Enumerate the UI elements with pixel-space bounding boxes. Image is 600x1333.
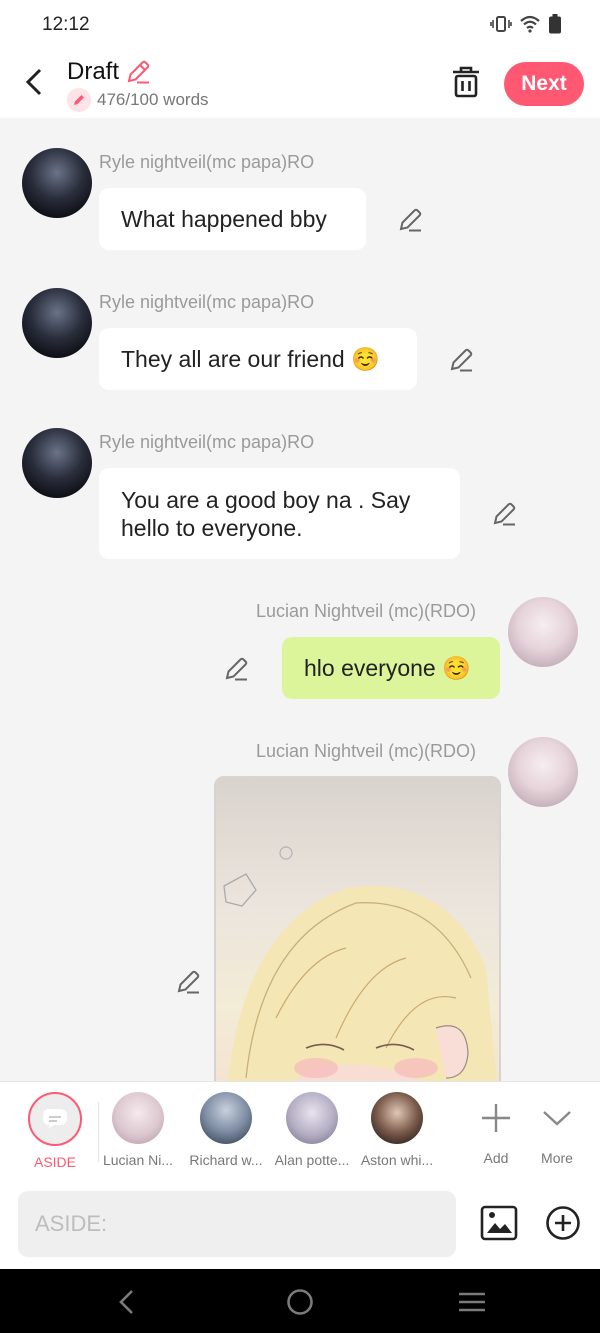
next-button[interactable]: Next (504, 62, 584, 106)
vibrate-icon (490, 16, 512, 32)
sender-name: Ryle nightveil(mc papa)RO (99, 152, 315, 172)
edit-title-icon[interactable] (125, 59, 151, 85)
status-icons (490, 14, 562, 34)
status-bar: 12:12 (0, 0, 600, 50)
character-bar: ASIDE Lucian Ni... Richard w... Alan pot… (0, 1081, 600, 1181)
avatar (371, 1092, 423, 1144)
nav-home-icon[interactable] (283, 1285, 317, 1319)
sender-name: Ryle nightveil(mc papa)RO (99, 432, 315, 452)
back-button[interactable] (18, 64, 50, 100)
avatar[interactable] (508, 597, 578, 667)
message-bubble[interactable]: They all are our friend ☺️ (99, 328, 417, 390)
chevron-down-icon (543, 1111, 571, 1126)
title-row: Draft (67, 58, 151, 86)
avatar[interactable] (22, 148, 92, 218)
avatar[interactable] (508, 737, 578, 807)
chat-bubble-icon (43, 1109, 67, 1129)
wifi-icon (520, 15, 540, 33)
chat-area[interactable]: Ryle nightveil(mc papa)RO What happened … (0, 118, 600, 1081)
illustration-image (223, 846, 497, 1081)
more-button[interactable]: More (516, 1092, 598, 1166)
image-button[interactable] (480, 1205, 518, 1241)
image-message[interactable] (214, 776, 501, 1081)
plus-circle-icon (546, 1206, 580, 1240)
avatar (286, 1092, 338, 1144)
message-line: You are a good boy na . Say (121, 487, 411, 513)
delete-button[interactable] (450, 65, 482, 99)
status-time: 12:12 (42, 14, 90, 35)
message-input[interactable] (18, 1191, 456, 1257)
sender-name: Lucian Nightveil (mc)(RDO) (256, 601, 477, 621)
character-aside[interactable]: ASIDE (14, 1092, 96, 1170)
message-bubble[interactable]: You are a good boy na . Say hello to eve… (99, 468, 460, 559)
character-label: Richard w... (189, 1152, 263, 1168)
header: Draft 476/100 words Next (0, 50, 600, 118)
edit-message-icon[interactable] (223, 656, 249, 682)
message-line: hello to everyone. (121, 515, 303, 541)
character-label: Lucian Ni... (102, 1152, 174, 1168)
character-label: Aston whi... (360, 1152, 434, 1168)
character-alan[interactable]: Alan potte... (271, 1092, 353, 1168)
character-richard[interactable]: Richard w... (185, 1092, 267, 1168)
add-attachment-button[interactable] (545, 1205, 581, 1241)
edit-message-icon[interactable] (397, 207, 423, 233)
word-count-row: 476/100 words (67, 88, 209, 112)
avatar[interactable] (22, 288, 92, 358)
avatar[interactable] (22, 428, 92, 498)
message-bubble[interactable]: hlo everyone ☺️ (282, 637, 500, 699)
plus-icon (482, 1104, 510, 1132)
system-nav-bar (0, 1269, 600, 1333)
sender-name: Ryle nightveil(mc papa)RO (99, 292, 315, 312)
page-title: Draft (67, 58, 120, 85)
avatar (200, 1092, 252, 1144)
word-count: 476/100 words (97, 90, 209, 109)
character-label: Alan potte... (274, 1152, 350, 1168)
edit-message-icon[interactable] (448, 347, 474, 373)
message-bubble[interactable]: What happened bby (99, 188, 366, 250)
input-bar (0, 1181, 600, 1269)
aside-chip (28, 1092, 82, 1146)
avatar (112, 1092, 164, 1144)
pencil-badge-icon (67, 88, 91, 112)
nav-recents-icon[interactable] (455, 1285, 489, 1319)
character-label: ASIDE (33, 1154, 76, 1170)
chevron-left-icon (25, 68, 42, 96)
image-icon (480, 1205, 518, 1241)
trash-icon (453, 66, 479, 98)
more-label: More (541, 1150, 573, 1166)
edit-message-icon[interactable] (491, 501, 517, 527)
nav-back-icon[interactable] (110, 1285, 144, 1319)
battery-icon (549, 14, 561, 34)
character-aston[interactable]: Aston whi... (356, 1092, 438, 1168)
sender-name: Lucian Nightveil (mc)(RDO) (256, 741, 477, 761)
edit-message-icon[interactable] (175, 969, 201, 995)
character-lucian[interactable]: Lucian Ni... (97, 1092, 179, 1168)
